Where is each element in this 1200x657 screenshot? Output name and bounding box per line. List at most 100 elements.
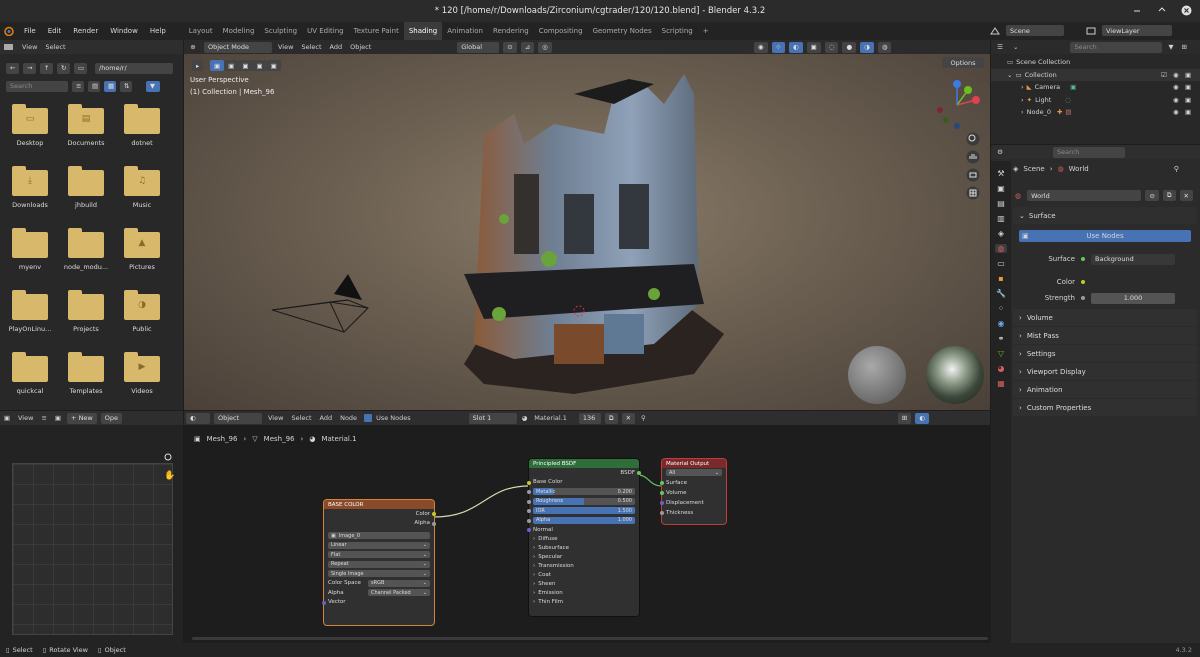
world-tab-icon[interactable]: ◍ [994, 244, 1008, 253]
bsdf-input-socket[interactable] [527, 518, 531, 523]
node-image-texture[interactable]: BASE COLOR Color Alpha ▣ Image_0 Linear ⌄ … [322, 500, 436, 625]
duplicate-icon[interactable]: ⧉ [1162, 190, 1176, 201]
fake-user-icon[interactable]: ⊝ [1145, 190, 1159, 201]
visibility-icon[interactable]: ◉ [753, 41, 768, 53]
bsdf-roughness-slider[interactable]: Roughness 0.500 [533, 497, 635, 505]
menu-window[interactable]: Window [104, 27, 144, 35]
world-name-field[interactable]: World [1027, 190, 1142, 201]
select-new-icon[interactable]: ▣ [210, 60, 225, 71]
in-basecolor-socket[interactable] [527, 480, 531, 485]
checkbox-icon[interactable]: ☑ [1161, 71, 1167, 79]
scene-selector[interactable]: Scene [1006, 25, 1064, 36]
menu-file[interactable]: File [18, 27, 42, 35]
tab-layout[interactable]: Layout [184, 22, 218, 40]
eye-icon[interactable]: ◉ [1173, 96, 1179, 104]
physics-tab-icon[interactable]: ◉ [998, 319, 1005, 328]
surface-panel-header[interactable]: ⌄ Surface [1013, 207, 1197, 224]
fb-select-menu[interactable]: Select [41, 43, 69, 51]
editor-type-icon[interactable] [0, 43, 18, 51]
bsdf-metallic-slider[interactable]: Metallic 0.200 [533, 488, 635, 496]
viewport-type-icon[interactable]: ⊕ [184, 43, 202, 51]
display-mode-icon[interactable]: ⌄ [1009, 43, 1022, 51]
forward-icon[interactable]: → [23, 62, 36, 74]
target-dropdown[interactable]: All ⌄ [666, 469, 722, 477]
proportional-icon[interactable]: ◎ [538, 41, 552, 53]
scene-icon[interactable] [990, 26, 1000, 36]
out-alpha-socket[interactable] [432, 521, 436, 526]
folder-item[interactable]: ▤ Documents [62, 104, 110, 147]
add-workspace-icon[interactable]: + [698, 22, 714, 40]
render-camera-icon[interactable]: ▣ [1185, 83, 1191, 91]
folder-item[interactable]: ♫ Music [118, 166, 166, 209]
modifier-tab-icon[interactable]: 🔧 [996, 289, 1006, 298]
thumb-view-icon[interactable]: ▤ [88, 80, 100, 92]
out-color-socket[interactable] [432, 512, 436, 516]
viewport-canvas[interactable]: ▸ ▣ ▣ ▣ ▣ ▣ User Perspective (1) Collect… [184, 54, 990, 410]
tab-geometry-nodes[interactable]: Geometry Nodes [588, 22, 657, 40]
folder-item[interactable]: quickcal [6, 352, 54, 395]
bsdf-panel-subsurface[interactable]: › Subsurface [529, 544, 639, 553]
ie-open-button[interactable]: Ope [100, 412, 122, 424]
eye-icon[interactable]: ◉ [1173, 108, 1179, 116]
camera-object-icon[interactable] [268, 264, 378, 334]
folder-item[interactable]: myenv [6, 228, 54, 271]
colorspace-dropdown[interactable]: sRGB ⌄ [368, 579, 430, 587]
outliner-item-node0[interactable]: › Node_0 ✚ ▤ ◉ ▣ [991, 106, 1200, 119]
tab-texture-paint[interactable]: Texture Paint [349, 22, 404, 40]
building-model[interactable] [454, 74, 744, 394]
tool-select-icon[interactable]: ▸ [192, 60, 204, 71]
folder-item[interactable]: node_modu... [62, 228, 110, 271]
output-input-socket[interactable] [660, 490, 664, 495]
fb-view-menu[interactable]: View [18, 43, 41, 51]
node-principled-bsdf[interactable]: Principled BSDF BSDF Base Color Metallic… [527, 459, 641, 616]
tab-compositing[interactable]: Compositing [534, 22, 588, 40]
navigation-gizmo-icon[interactable] [932, 80, 982, 130]
select-subtract-icon[interactable]: ▣ [238, 60, 253, 71]
properties-search-input[interactable]: Search [1053, 146, 1125, 158]
image-datablock[interactable]: ▣ Image_0 [328, 532, 430, 540]
properties-type-icon[interactable]: ⚙ [991, 148, 1009, 156]
outliner-filter-icon[interactable]: ▼ [1164, 43, 1177, 51]
render-camera-icon[interactable]: ▣ [1185, 71, 1191, 79]
tab-uv-editing[interactable]: UV Editing [302, 22, 349, 40]
viewlayer-icon[interactable] [1086, 26, 1096, 36]
folder-item[interactable]: PlayOnLinu... [6, 290, 54, 333]
shading-solid-icon[interactable]: ● [842, 41, 857, 53]
extension-dropdown[interactable]: Repeat ⌄ [328, 560, 430, 568]
viewlayer-selector[interactable]: ViewLayer [1102, 25, 1172, 36]
overlay-icon[interactable]: ◐ [788, 41, 803, 53]
image-editor-type-icon[interactable]: ▣ [0, 414, 14, 422]
out-bsdf-socket[interactable] [637, 471, 641, 475]
gizmo-icon[interactable]: ⊹ [771, 41, 785, 53]
options-button[interactable]: Options [942, 57, 984, 68]
select-invert-icon[interactable]: ▣ [252, 60, 267, 71]
tab-shading[interactable]: Shading [403, 22, 443, 40]
folder-item[interactable]: ▶ Videos [118, 352, 166, 395]
panel-mist-pass[interactable]: › Mist Pass [1013, 327, 1197, 344]
pan-hand-icon[interactable]: ✋ [164, 471, 175, 481]
collection-tab-icon[interactable]: ▭ [997, 259, 1005, 268]
node-editor-scrollbar[interactable] [192, 637, 988, 640]
view-layer-tab-icon[interactable]: ▥ [997, 214, 1005, 223]
snap-icon[interactable]: ⊿ [520, 41, 535, 53]
pivot-icon[interactable]: ⊙ [503, 41, 517, 53]
panel-viewport-display[interactable]: › Viewport Display [1013, 363, 1197, 380]
surface-shader-field[interactable]: Background [1091, 253, 1175, 265]
bsdf-panel-sheen[interactable]: › Sheen [529, 580, 639, 589]
list-view-icon[interactable]: ≡ [72, 80, 84, 92]
bsdf-panel-emission[interactable]: › Emission [529, 589, 639, 598]
bsdf-ior-slider[interactable]: IOR 1.500 [533, 507, 635, 515]
output-input-socket[interactable] [660, 510, 664, 515]
scene-tab-icon[interactable]: ◈ [998, 229, 1004, 238]
3d-cursor-icon[interactable] [572, 304, 586, 318]
ie-new-button[interactable]: + New [67, 412, 97, 424]
filter-icon[interactable]: ▼ [146, 80, 160, 92]
outliner-search-input[interactable]: Search [1070, 41, 1163, 53]
tab-rendering[interactable]: Rendering [488, 22, 534, 40]
panel-animation[interactable]: › Animation [1013, 381, 1197, 398]
shading-wire-icon[interactable]: ◌ [824, 41, 839, 53]
bsdf-panel-coat[interactable]: › Coat [529, 571, 639, 580]
interpolation-dropdown[interactable]: Linear ⌄ [328, 541, 430, 549]
node-image-texture-header[interactable]: BASE COLOR [324, 500, 434, 509]
outliner-type-icon[interactable]: ☰ [991, 43, 1009, 51]
